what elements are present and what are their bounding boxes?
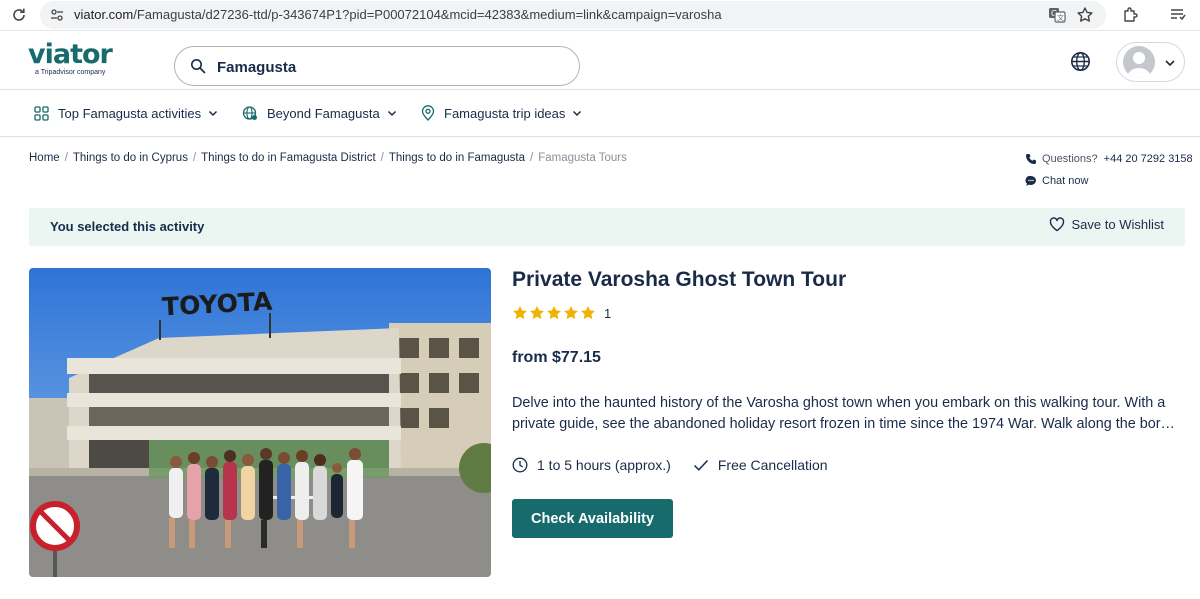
- duration-feature: 1 to 5 hours (approx.): [512, 457, 671, 473]
- logo-tagline: a Tripadvisor company: [35, 69, 106, 76]
- star-icon: [513, 306, 527, 320]
- selected-activity-banner: You selected this activity Save to Wishl…: [29, 208, 1185, 246]
- globe-pin-icon: [242, 105, 258, 121]
- rating-stars: [512, 305, 597, 321]
- toyota-sign: TOYOTA: [161, 287, 273, 322]
- logo-wordmark: viator: [28, 39, 113, 70]
- search-input[interactable]: [217, 56, 557, 78]
- breadcrumb-separator: /: [530, 152, 534, 164]
- contact-info: Questions? +44 20 7292 3158 Chat now: [1025, 152, 1193, 188]
- description-line: private guide, see the abandoned holiday…: [512, 416, 1177, 432]
- star-icon: [547, 306, 561, 320]
- url-text: viator.com/Famagusta/d27236-ttd/p-343674…: [74, 7, 722, 22]
- checkmark-icon: [693, 459, 708, 471]
- translate-icon[interactable]: G文: [1048, 6, 1066, 24]
- duration-text: 1 to 5 hours (approx.): [537, 457, 671, 473]
- search-box[interactable]: [174, 46, 580, 86]
- check-availability-button[interactable]: Check Availability: [512, 499, 673, 538]
- nav-item-top-activities[interactable]: Top Famagusta activities: [34, 103, 218, 123]
- star-icon: [564, 306, 578, 320]
- extensions-icon[interactable]: [1122, 6, 1140, 24]
- wishlist-label: Save to Wishlist: [1071, 217, 1164, 232]
- chat-now-link[interactable]: Chat now: [1025, 174, 1193, 188]
- chevron-down-icon: [1164, 56, 1176, 74]
- nav-item-trip-ideas[interactable]: Famagusta trip ideas: [421, 103, 582, 123]
- address-bar[interactable]: viator.com/Famagusta/d27236-ttd/p-343674…: [40, 1, 1106, 29]
- cancellation-feature: Free Cancellation: [693, 457, 828, 473]
- breadcrumb-separator: /: [192, 152, 197, 164]
- breadcrumb: Home / Things to do in Cyprus / Things to do…: [29, 152, 627, 164]
- clock-icon: [512, 457, 528, 473]
- search-icon: [191, 59, 206, 74]
- category-nav: Top Famagusta activities Beyond Famagust…: [0, 90, 1200, 137]
- map-pin-icon: [421, 105, 435, 121]
- star-icon: [581, 306, 595, 320]
- phone-icon: [1025, 153, 1037, 165]
- breadcrumb-separator: /: [64, 152, 68, 164]
- breadcrumb-link[interactable]: Things to do in Famagusta: [389, 152, 525, 164]
- viator-logo[interactable]: viator a Tripadvisor company: [28, 39, 113, 76]
- nav-item-beyond[interactable]: Beyond Famagusta: [242, 103, 397, 123]
- language-globe-icon[interactable]: [1070, 51, 1091, 77]
- price: from $77.15: [512, 349, 601, 366]
- chevron-down-icon: [208, 108, 218, 118]
- review-count[interactable]: 1: [604, 306, 611, 321]
- chat-now-label: Chat now: [1042, 175, 1089, 187]
- avatar: [1123, 46, 1155, 78]
- reading-list-icon[interactable]: [1169, 6, 1187, 24]
- browser-toolbar: viator.com/Famagusta/d27236-ttd/p-343674…: [0, 0, 1200, 31]
- chat-icon: [1025, 175, 1037, 187]
- product-title: Private Varosha Ghost Town Tour: [512, 268, 847, 291]
- nav-item-label: Beyond Famagusta: [267, 105, 380, 121]
- chevron-down-icon: [572, 108, 582, 118]
- phone-number-link[interactable]: +44 20 7292 3158: [1104, 153, 1193, 165]
- breadcrumb-link[interactable]: Things to do in Cyprus: [73, 152, 188, 164]
- save-to-wishlist-button[interactable]: Save to Wishlist: [1049, 217, 1164, 232]
- site-info-icon[interactable]: [50, 8, 64, 22]
- breadcrumb-current: Famagusta Tours: [538, 152, 627, 164]
- bookmark-star-icon[interactable]: [1076, 6, 1094, 24]
- reload-icon[interactable]: [10, 7, 28, 25]
- banner-text: You selected this activity: [50, 219, 205, 234]
- nav-item-label: Top Famagusta activities: [58, 105, 202, 121]
- cancellation-text: Free Cancellation: [717, 457, 828, 473]
- product-description: Delve into the haunted history of the Va…: [512, 393, 1177, 435]
- chevron-down-icon: [387, 108, 397, 118]
- questions-label: Questions?: [1042, 153, 1098, 165]
- site-header: viator a Tripadvisor company: [0, 31, 1200, 90]
- profile-menu-button[interactable]: [1116, 42, 1185, 82]
- breadcrumb-separator: /: [380, 152, 384, 164]
- breadcrumb-link[interactable]: Home: [29, 152, 60, 164]
- tour-photo[interactable]: TOYOTA: [29, 268, 491, 577]
- grid-icon: [34, 105, 49, 121]
- rating[interactable]: 1: [512, 305, 611, 321]
- svg-text:文: 文: [1057, 13, 1064, 22]
- breadcrumb-link[interactable]: Things to do in Famagusta District: [201, 152, 376, 164]
- product-features: 1 to 5 hours (approx.) Free Cancellation: [512, 457, 828, 473]
- heart-icon: [1049, 217, 1064, 232]
- nav-item-label: Famagusta trip ideas: [444, 105, 566, 121]
- star-icon: [530, 306, 544, 320]
- description-line: Delve into the haunted history of the Va…: [512, 395, 1166, 411]
